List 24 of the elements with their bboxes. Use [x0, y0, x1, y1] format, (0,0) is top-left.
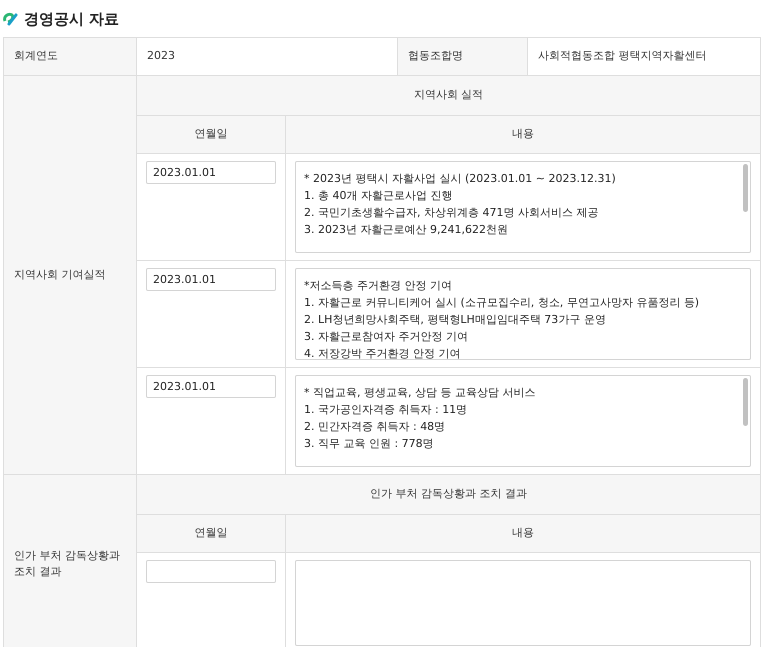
content-field[interactable]: [295, 560, 751, 646]
content-field[interactable]: * 직업교육, 평생교육, 상담 등 교육상담 서비스 1. 국가공인자격증 취득자 : 11명 2. 민간자격증 취득자 : 48명 3. 직무 교육 인원 : 778명: [295, 375, 751, 467]
date-field[interactable]: 2023.01.01: [146, 375, 276, 398]
section-heading: 인가 부처 감독상황과 조치 결과: [370, 487, 527, 500]
section-heading: 지역사회 실적: [414, 88, 484, 102]
column-header: 내용: [512, 526, 534, 540]
date-field[interactable]: 2023.01.01: [146, 268, 276, 291]
column-header: 연월일: [194, 526, 228, 540]
date-field[interactable]: [146, 560, 276, 583]
column-header: 내용: [512, 127, 534, 140]
logo-icon: [2, 12, 18, 26]
section-label: 지역사회 기여실적: [14, 268, 106, 281]
field-value: 2023: [147, 49, 175, 62]
date-field[interactable]: 2023.01.01: [146, 161, 276, 184]
field-value: 사회적협동조합 평택지역자활센터: [538, 49, 706, 62]
scrollbar-thumb[interactable]: [743, 378, 748, 426]
content-field[interactable]: *저소득층 주거환경 안정 기여 1. 자활근로 커뮤니티케어 실시 (소규모집수리, 청소, 무연고사망자 유품정리 등) 2. LH청년희망사회주택, 평택형LH매입임대주택 73가구 운영 3. 자활근로참여자 주거안정 기여 4. 저장강박 주거환경 안정 기여: [295, 268, 751, 360]
column-header: 연월일: [194, 127, 228, 140]
content-field[interactable]: * 2023년 평택시 자활사업 실시 (2023.01.01 ~ 2023.12.31) 1. 총 40개 자활근로사업 진행 2. 국민기초생활수급자, 차상위계층 471명 사회서비스 제공 3. 2023년 자활근로예산 9,241,622천원: [295, 161, 751, 253]
field-label: 협동조합명: [408, 49, 463, 62]
field-label: 회계연도: [14, 49, 58, 62]
scrollbar-thumb[interactable]: [743, 164, 748, 212]
section-label: 인가 부처 감독상황과 조치 결과: [14, 548, 120, 578]
page-title: 경영공시 자료: [24, 10, 120, 28]
